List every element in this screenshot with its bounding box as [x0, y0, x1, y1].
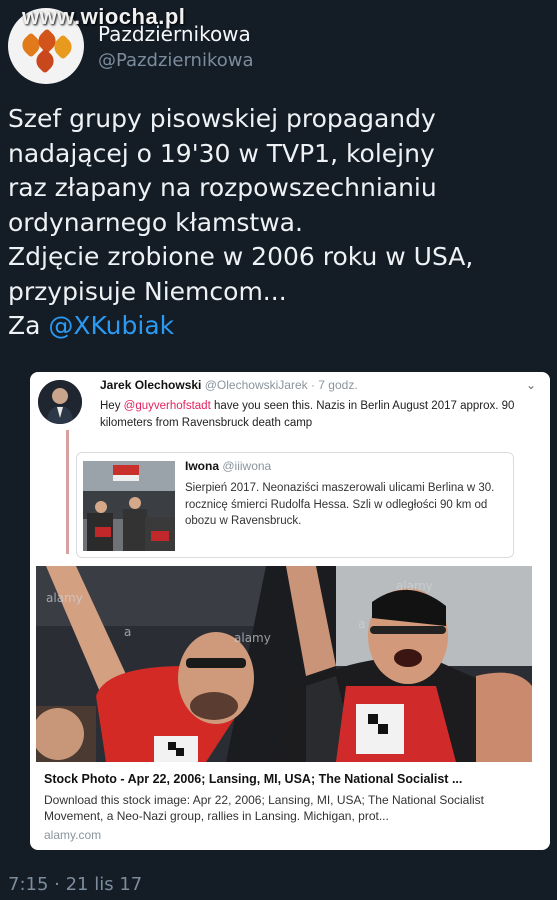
stock-photo-image[interactable]: alamy a alamy a alamy — [36, 566, 532, 762]
tweet-line: Zdjęcie zrobione w 2006 roku w USA, — [8, 242, 474, 271]
photo-watermark: alamy — [234, 631, 271, 645]
tweet-line: nadającej o 19'30 w TVP1, kolejny — [8, 138, 435, 168]
mention-link[interactable]: @XKubiak — [48, 311, 174, 340]
tweet-timestamp[interactable]: 7:15 · 21 lis 17 — [8, 874, 142, 895]
chevron-down-icon[interactable]: ⌄ — [526, 378, 536, 392]
author-handle[interactable]: @Pazdziernikowa — [98, 50, 254, 71]
tweet-line-prefix: Za — [8, 311, 41, 340]
photo-watermark: alamy — [46, 591, 83, 605]
quoted-mention-link[interactable]: @guyverhofstadt — [124, 400, 211, 412]
quoted-text-start: Hey — [100, 400, 124, 412]
inner-quoted-tweet[interactable]: Iwona @iiiwona Sierpień 2017. Neonaziści… — [76, 452, 514, 558]
inner-header: Iwona @iiiwona — [185, 459, 271, 473]
quoted-header: Jarek Olechowski @OlechowskiJarek · 7 go… — [100, 378, 358, 392]
march-photo-image — [83, 461, 175, 551]
tweet-line: ordynarnego kłamstwa. — [8, 207, 303, 237]
link-domain: alamy.com — [44, 828, 102, 843]
quoted-text: Hey @guyverhofstadt have you seen this. … — [100, 398, 530, 431]
link-preview[interactable]: Stock Photo - Apr 22, 2006; Lansing, MI,… — [44, 772, 544, 842]
quoted-avatar[interactable] — [38, 380, 82, 424]
rally-photo: alamy a alamy a alamy — [36, 566, 532, 762]
thread-line — [66, 430, 69, 554]
site-watermark: www.wiocha.pl — [22, 4, 186, 29]
embedded-screenshot-card[interactable]: Jarek Olechowski @OlechowskiJarek · 7 go… — [30, 372, 550, 850]
link-title[interactable]: Stock Photo - Apr 22, 2006; Lansing, MI,… — [44, 772, 544, 786]
inner-thumbnail[interactable] — [83, 461, 175, 551]
photo-watermark: a — [124, 625, 131, 639]
inner-text: Sierpień 2017. Neonaziści maszerowali ul… — [185, 482, 495, 528]
tweet-text: Szef grupy pisowskiej propagandy nadając… — [8, 102, 548, 344]
photo-watermark: a — [358, 617, 365, 631]
tweet-line: przypisuje Niemcom... — [8, 276, 287, 306]
photo-watermark: alamy — [396, 579, 433, 593]
link-description: Download this stock image: Apr 22, 2006;… — [44, 793, 485, 824]
quoted-time: · 7 godz. — [310, 378, 358, 392]
quoted-name[interactable]: Jarek Olechowski — [100, 378, 201, 392]
inner-handle[interactable]: @iiiwona — [222, 459, 271, 473]
quoted-handle[interactable]: @OlechowskiJarek — [205, 378, 308, 392]
tweet-line: Za @XKubiak — [8, 309, 548, 344]
tweet-line: raz złapany na rozpowszechnianiu — [8, 173, 437, 202]
person-icon — [38, 380, 82, 424]
tweet-line: Szef grupy pisowskiej propagandy — [8, 104, 436, 133]
inner-name[interactable]: Iwona — [185, 459, 219, 473]
